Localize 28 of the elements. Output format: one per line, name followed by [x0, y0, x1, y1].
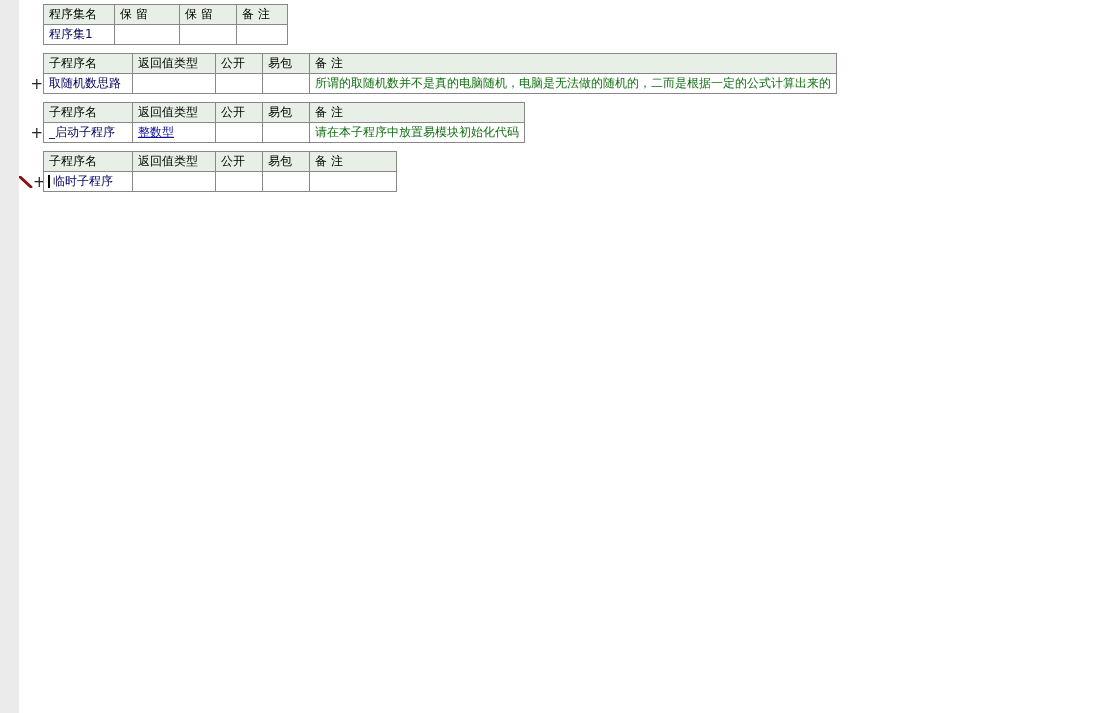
name-cell: 临时子程序	[43, 171, 133, 192]
column-header: 保 留	[179, 4, 237, 25]
column-header: 子程序名	[43, 53, 133, 74]
name-cell: 取随机数思路	[43, 73, 133, 94]
column-header: 易包	[262, 151, 310, 172]
column-header: 公开	[215, 53, 263, 74]
column-header: 返回值类型	[132, 102, 216, 123]
column-header: 备 注	[309, 151, 397, 172]
column-header: 备 注	[309, 102, 525, 123]
column-header: 备 注	[309, 53, 837, 74]
expand-toggle[interactable]: +	[30, 125, 43, 141]
type-cell: 整数型	[132, 122, 216, 143]
column-header: 程序集名	[43, 4, 115, 25]
column-header: 易包	[262, 53, 310, 74]
expand-toggle[interactable]: +	[30, 76, 43, 92]
column-header: 公开	[215, 102, 263, 123]
column-header: 保 留	[114, 4, 180, 25]
note-cell: 请在本子程序中放置易模块初始化代码	[309, 122, 525, 143]
column-header: 备 注	[236, 4, 288, 25]
column-header: 返回值类型	[132, 151, 216, 172]
column-header: 返回值类型	[132, 53, 216, 74]
name-cell: _启动子程序	[43, 122, 133, 143]
column-header: 子程序名	[43, 151, 133, 172]
column-header: 易包	[262, 102, 310, 123]
table-cell: 程序集1	[43, 24, 115, 45]
column-header: 子程序名	[43, 102, 133, 123]
column-header: 公开	[215, 151, 263, 172]
note-cell: 所谓的取随机数并不是真的电脑随机，电脑是无法做的随机的，二而是根据一定的公式计算出来的	[309, 73, 837, 94]
